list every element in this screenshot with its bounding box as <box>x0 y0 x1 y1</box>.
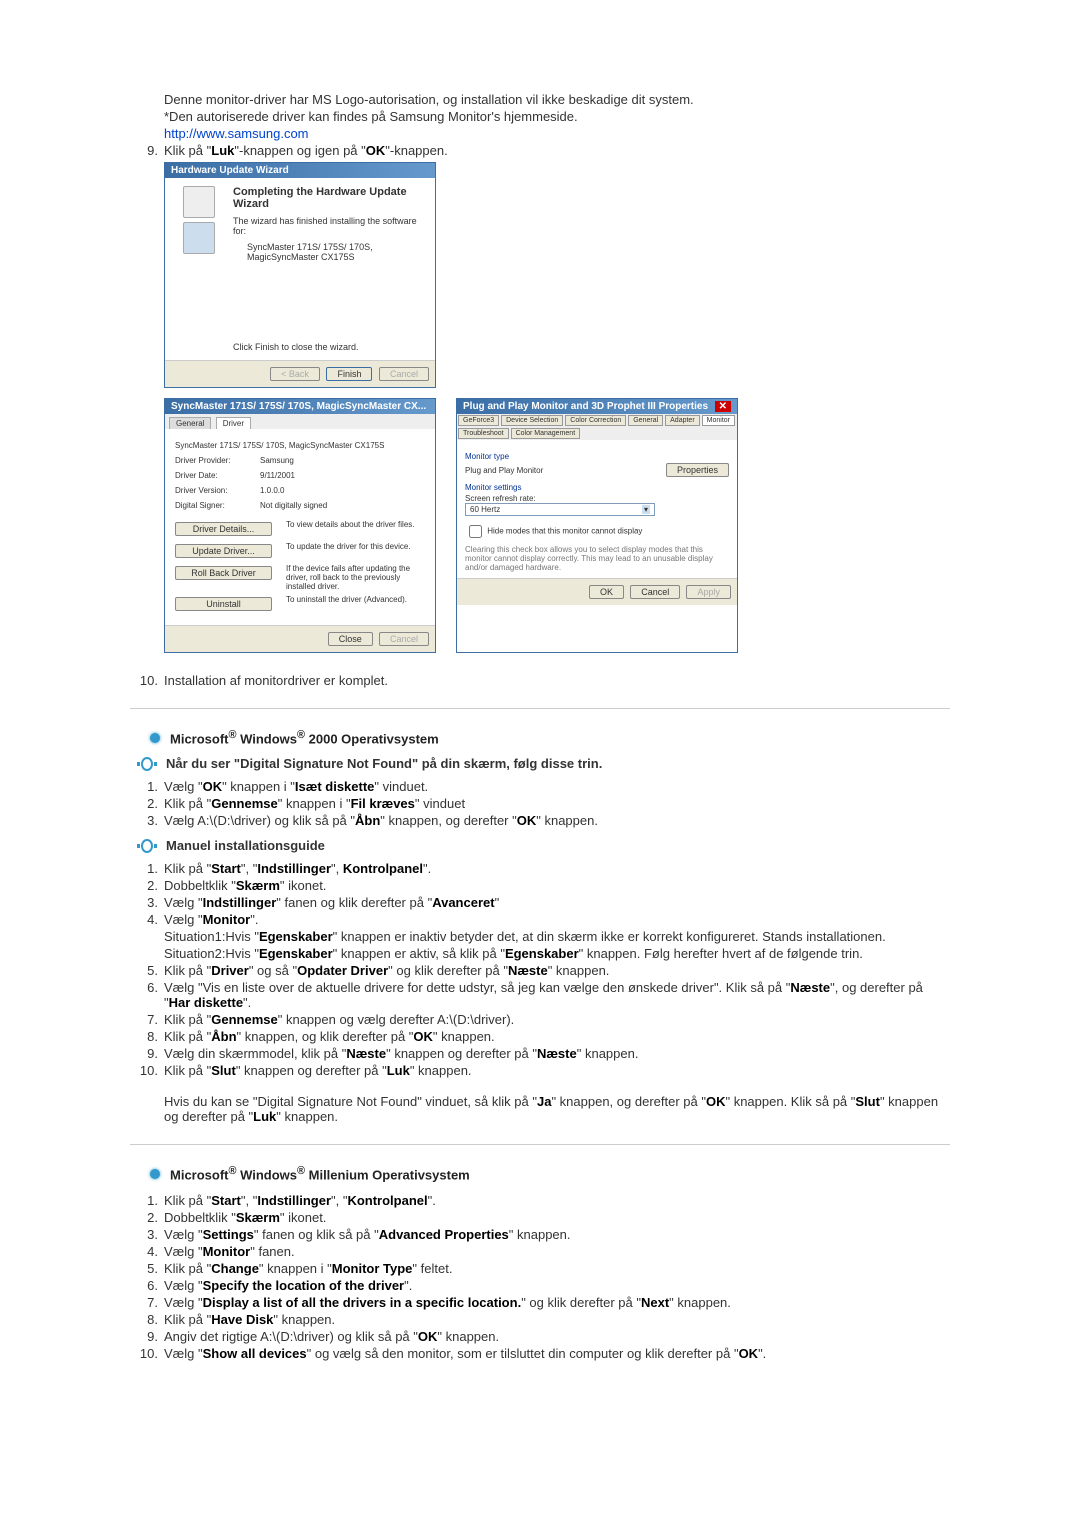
tab-general[interactable]: General <box>169 417 211 429</box>
sig-subheading-row: Når du ser "Digital Signature Not Found"… <box>130 756 950 771</box>
rollback-driver-button[interactable]: Roll Back Driver <box>175 566 272 580</box>
tab-color-management[interactable]: Color Management <box>511 428 581 439</box>
rollback-driver-desc: If the device fails after updating the d… <box>286 564 425 591</box>
monitor-settings-label: Monitor settings <box>465 483 729 492</box>
sub-bullet-icon <box>136 757 158 771</box>
uninstall-button[interactable]: Uninstall <box>175 597 272 611</box>
wizard-title: Hardware Update Wizard <box>165 163 435 178</box>
driver-close-button[interactable]: Close <box>328 632 373 646</box>
chevron-down-icon: ▾ <box>642 505 650 514</box>
wizard-device-icon <box>183 186 215 218</box>
hide-modes-checkbox[interactable] <box>469 525 482 538</box>
provider-label: Driver Provider: <box>175 456 260 465</box>
win2000-note: Hvis du kan se "Digital Signature Not Fo… <box>164 1094 950 1124</box>
date-value: 9/11/2001 <box>260 471 295 480</box>
monitor-type-value: Plug and Play Monitor <box>465 466 543 475</box>
winme-heading: Microsoft® Windows® Millenium Operativsy… <box>170 1165 470 1182</box>
step-9-number: 9. <box>130 143 164 158</box>
driver-details-button[interactable]: Driver Details... <box>175 522 272 536</box>
intro-line-1: Denne monitor-driver har MS Logo-autoris… <box>164 92 950 107</box>
hide-modes-desc: Clearing this check box allows you to se… <box>465 545 729 572</box>
tab-adapter[interactable]: Adapter <box>665 415 700 426</box>
winme-heading-row: Microsoft® Windows® Millenium Operativsy… <box>130 1165 950 1182</box>
update-driver-desc: To update the driver for this device. <box>286 542 425 551</box>
driver-properties-dialog: SyncMaster 171S/ 175S/ 170S, MagicSyncMa… <box>164 398 436 653</box>
step-10-text: Installation af monitordriver er komplet… <box>164 673 950 688</box>
tab-device-selection[interactable]: Device Selection <box>501 415 563 426</box>
intro-line-2: *Den autoriserede driver kan findes på S… <box>164 109 950 124</box>
device-name: SyncMaster 171S/ 175S/ 170S, MagicSyncMa… <box>175 441 425 450</box>
date-label: Driver Date: <box>175 471 260 480</box>
wizard-finish-hint: Click Finish to close the wizard. <box>233 342 427 352</box>
update-driver-button[interactable]: Update Driver... <box>175 544 272 558</box>
blue-bullet-icon <box>150 1169 160 1179</box>
samsung-link[interactable]: http://www.samsung.com <box>164 126 950 141</box>
monitor-cancel-button[interactable]: Cancel <box>630 585 680 599</box>
win2000-heading: Microsoft® Windows® 2000 Operativsystem <box>170 729 439 746</box>
tab-troubleshoot[interactable]: Troubleshoot <box>458 428 509 439</box>
blue-bullet-icon <box>150 733 160 743</box>
property-dialogs-row: SyncMaster 171S/ 175S/ 170S, MagicSyncMa… <box>164 398 950 653</box>
version-label: Driver Version: <box>175 486 260 495</box>
step-9-body: Klik på "Luk"-knappen og igen på "OK"-kn… <box>164 143 950 158</box>
monitor-dialog-close-icon[interactable]: ✕ <box>715 401 731 412</box>
step-10: 10. Installation af monitordriver er kom… <box>130 673 950 688</box>
wizard-back-button: < Back <box>270 367 320 381</box>
win2000-heading-row: Microsoft® Windows® 2000 Operativsystem <box>130 729 950 746</box>
wizard-finish-button[interactable]: Finish <box>326 367 372 381</box>
wizard-monitor-icon <box>183 222 215 254</box>
monitor-properties-button[interactable]: Properties <box>666 463 729 477</box>
signer-label: Digital Signer: <box>175 501 260 510</box>
monitor-properties-dialog: Plug and Play Monitor and 3D Prophet III… <box>456 398 738 653</box>
manual-subheading-row: Manuel installationsguide <box>130 838 950 853</box>
wizard-text-1: The wizard has finished installing the s… <box>233 216 427 236</box>
wizard-heading: Completing the Hardware Update Wizard <box>233 186 427 210</box>
monitor-ok-button[interactable]: OK <box>589 585 624 599</box>
driver-cancel-button: Cancel <box>379 632 429 646</box>
divider-1 <box>130 708 950 709</box>
manual-subheading: Manuel installationsguide <box>166 838 325 853</box>
tab-geforce[interactable]: GeForce3 <box>458 415 499 426</box>
driver-details-desc: To view details about the driver files. <box>286 520 425 529</box>
monitor-type-label: Monitor type <box>465 452 729 461</box>
tab-monitor-3[interactable]: Monitor <box>702 415 735 426</box>
uninstall-desc: To uninstall the driver (Advanced). <box>286 595 425 604</box>
monitor-apply-button: Apply <box>686 585 731 599</box>
tab-general-3[interactable]: General <box>628 415 663 426</box>
hardware-update-wizard: Hardware Update Wizard Completing the Ha… <box>164 162 436 388</box>
wizard-device-name: SyncMaster 171S/ 175S/ 170S, MagicSyncMa… <box>247 242 427 262</box>
tab-driver[interactable]: Driver <box>216 417 251 429</box>
refresh-rate-select[interactable]: 60 Hertz ▾ <box>465 503 655 516</box>
step-10-number: 10. <box>130 673 164 688</box>
version-value: 1.0.0.0 <box>260 486 284 495</box>
driver-dialog-title: SyncMaster 171S/ 175S/ 170S, MagicSyncMa… <box>165 399 435 414</box>
wizard-cancel-button: Cancel <box>379 367 429 381</box>
step-9: 9. Klik på "Luk"-knappen og igen på "OK"… <box>130 143 950 158</box>
refresh-rate-label: Screen refresh rate: <box>465 494 729 503</box>
sub-bullet-icon <box>136 839 158 853</box>
hide-modes-label: Hide modes that this monitor cannot disp… <box>487 527 642 536</box>
monitor-dialog-title: Plug and Play Monitor and 3D Prophet III… <box>463 401 708 412</box>
signer-value: Not digitally signed <box>260 501 327 510</box>
document-content: Denne monitor-driver har MS Logo-autoris… <box>0 0 1080 1403</box>
sig-subheading: Når du ser "Digital Signature Not Found"… <box>166 756 602 771</box>
divider-2 <box>130 1144 950 1145</box>
tab-color-correction[interactable]: Color Correction <box>565 415 626 426</box>
provider-value: Samsung <box>260 456 294 465</box>
